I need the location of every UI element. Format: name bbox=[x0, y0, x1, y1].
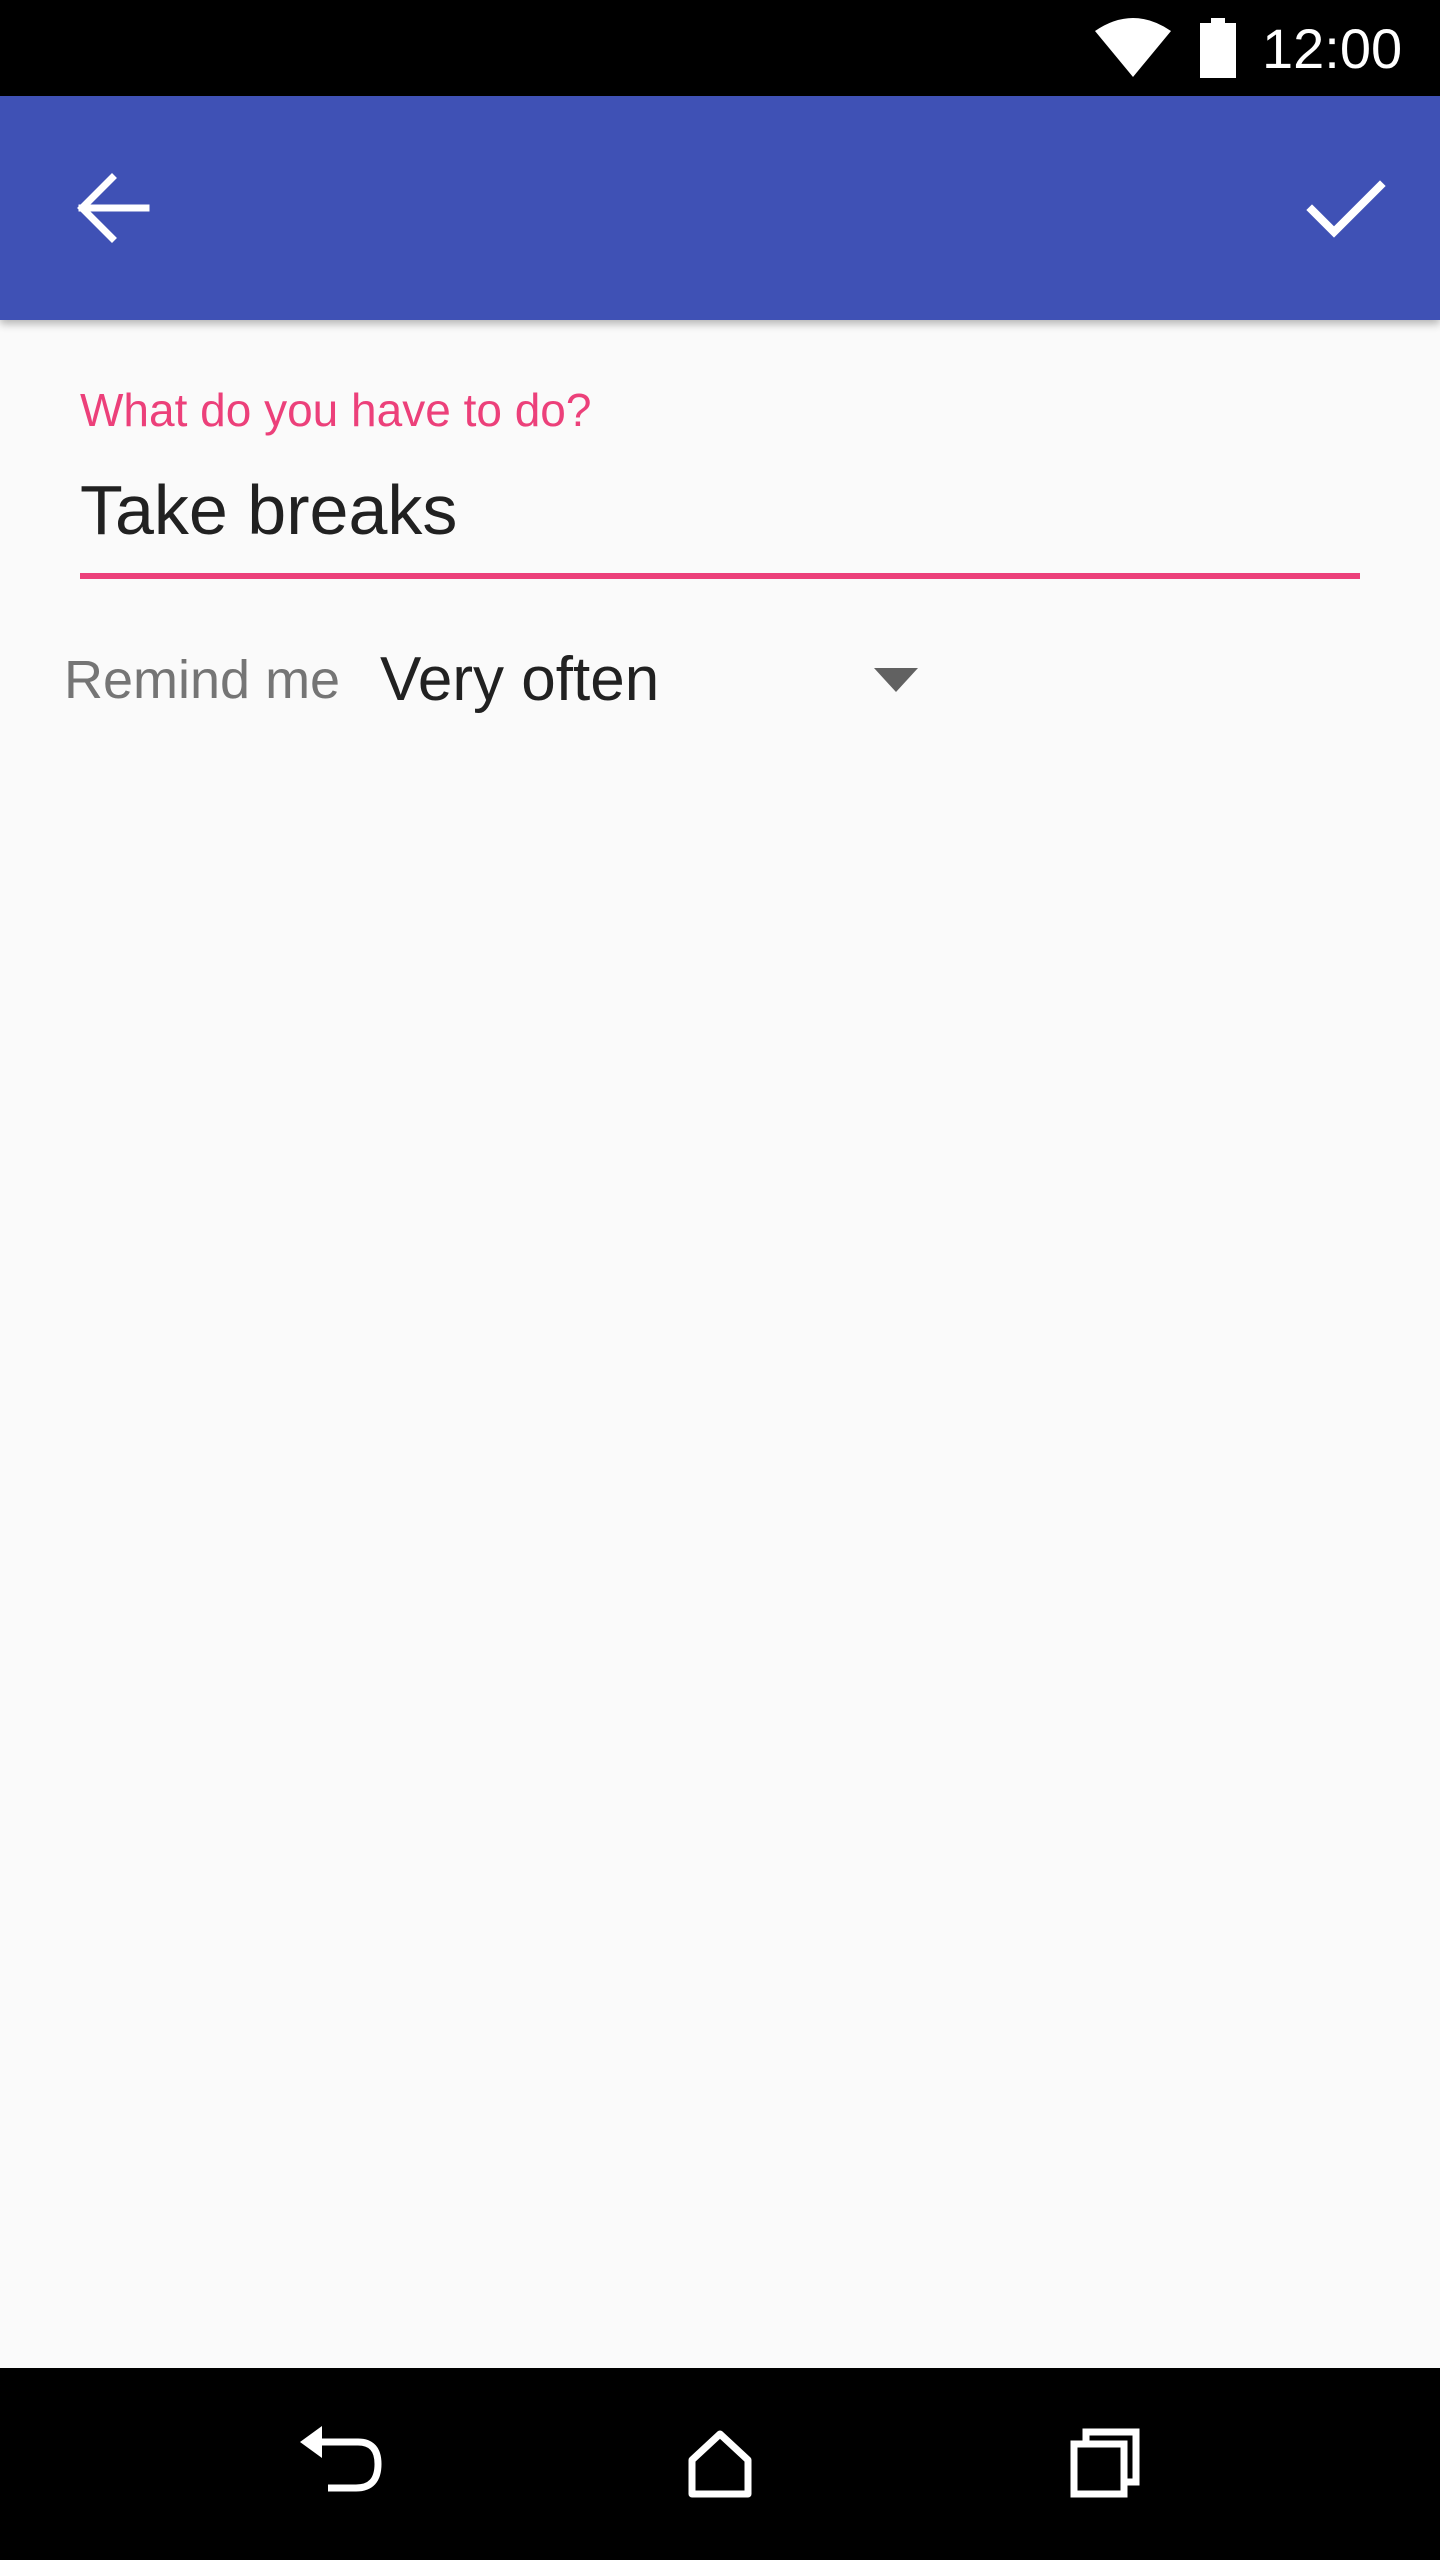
recents-nav-icon bbox=[1070, 2428, 1140, 2498]
nav-back-button[interactable] bbox=[278, 2404, 398, 2524]
app-bar bbox=[0, 96, 1440, 320]
arrow-drop-down-icon bbox=[874, 668, 918, 692]
task-field-label: What do you have to do? bbox=[80, 384, 592, 436]
save-button[interactable] bbox=[1288, 152, 1400, 264]
system-nav-bar bbox=[0, 2368, 1440, 2560]
check-icon bbox=[1306, 180, 1386, 238]
remind-me-label: Remind me bbox=[64, 650, 341, 710]
status-clock: 12:00 bbox=[1262, 17, 1403, 80]
remind-frequency-value: Very often bbox=[380, 645, 660, 714]
arrow-back-icon bbox=[77, 173, 150, 243]
nav-home-button[interactable] bbox=[660, 2404, 780, 2524]
back-button[interactable] bbox=[56, 152, 168, 264]
battery-icon bbox=[1200, 18, 1236, 78]
edit-task-form: What do you have to do? Remind me Very o… bbox=[0, 320, 1440, 2368]
remind-frequency-dropdown[interactable]: Very often bbox=[360, 620, 940, 740]
wifi-icon bbox=[1095, 18, 1171, 77]
task-input-underline bbox=[80, 573, 1360, 579]
task-input[interactable] bbox=[80, 460, 1360, 560]
status-bar: 12:00 bbox=[0, 0, 1440, 96]
nav-recents-button[interactable] bbox=[1044, 2404, 1164, 2524]
back-nav-icon bbox=[300, 2426, 382, 2492]
home-nav-icon bbox=[688, 2430, 752, 2498]
